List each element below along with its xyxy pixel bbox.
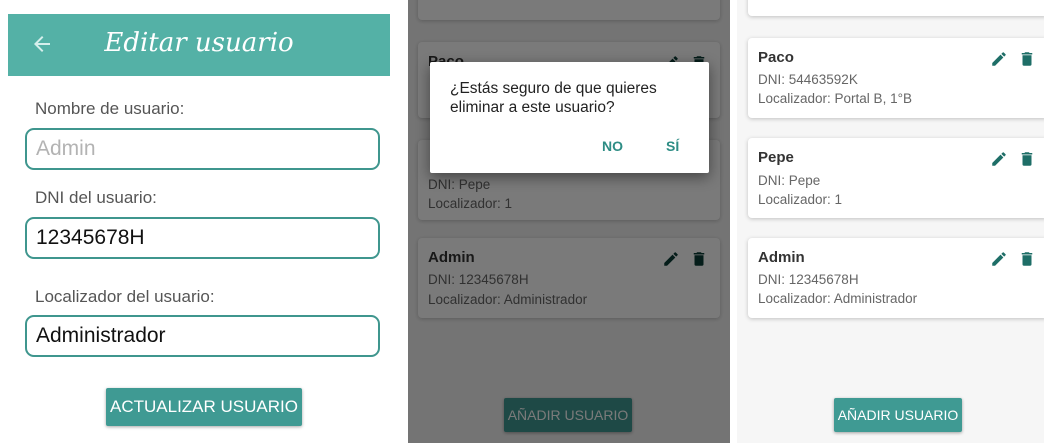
user-locator: Localizador: Administrador [758,291,918,306]
dialog-yes-button[interactable]: SÍ [666,138,679,154]
dialog-message: ¿Estás seguro de que quieres eliminar a … [450,80,657,116]
delete-confirm-screen: Paco DNI: Pepe Localizador: 1 Admin DNI:… [408,0,730,443]
user-dni: DNI: 12345678H [758,272,859,287]
dialog-no-button[interactable]: NO [602,138,623,154]
edit-icon[interactable] [990,50,1008,68]
confirm-dialog: ¿Estás seguro de que quieres eliminar a … [430,62,709,173]
edit-icon[interactable] [990,150,1008,168]
edit-icon[interactable] [990,250,1008,268]
user-card [748,0,1044,16]
delete-icon[interactable] [1018,150,1036,168]
delete-icon[interactable] [1018,50,1036,68]
user-name: Admin [758,249,805,266]
user-card[interactable]: Admin DNI: 12345678H Localizador: Admini… [748,238,1044,318]
dni-input[interactable]: 12345678H [25,217,380,259]
page-title: Editar usuario [104,28,294,58]
user-name: Pepe [758,149,794,166]
dni-label: DNI del usuario: [35,188,157,207]
user-dni: DNI: Pepe [758,173,821,188]
user-card[interactable]: Paco DNI: 54463592K Localizador: Portal … [748,38,1044,118]
locator-label: Localizador del usuario: [35,287,215,306]
user-locator: Localizador: 1 [758,192,843,207]
user-locator: Localizador: Portal B, 1°B [758,91,912,106]
user-list-screen: Paco DNI: 54463592K Localizador: Portal … [737,0,1044,443]
locator-input[interactable]: Administrador [25,315,380,357]
user-card[interactable]: Pepe DNI: Pepe Localizador: 1 [748,138,1044,218]
user-dni: DNI: 54463592K [758,72,858,87]
delete-icon[interactable] [1018,250,1036,268]
app-bar: Editar usuario [8,14,390,76]
user-name: Paco [758,49,794,66]
edit-user-screen: Editar usuario Nombre de usuario: Admin … [0,0,393,443]
name-label: Nombre de usuario: [35,99,185,118]
username-input[interactable]: Admin [25,128,380,170]
update-user-button[interactable]: ACTUALIZAR USUARIO [106,388,302,426]
add-user-button[interactable]: AÑADIR USUARIO [834,398,962,432]
